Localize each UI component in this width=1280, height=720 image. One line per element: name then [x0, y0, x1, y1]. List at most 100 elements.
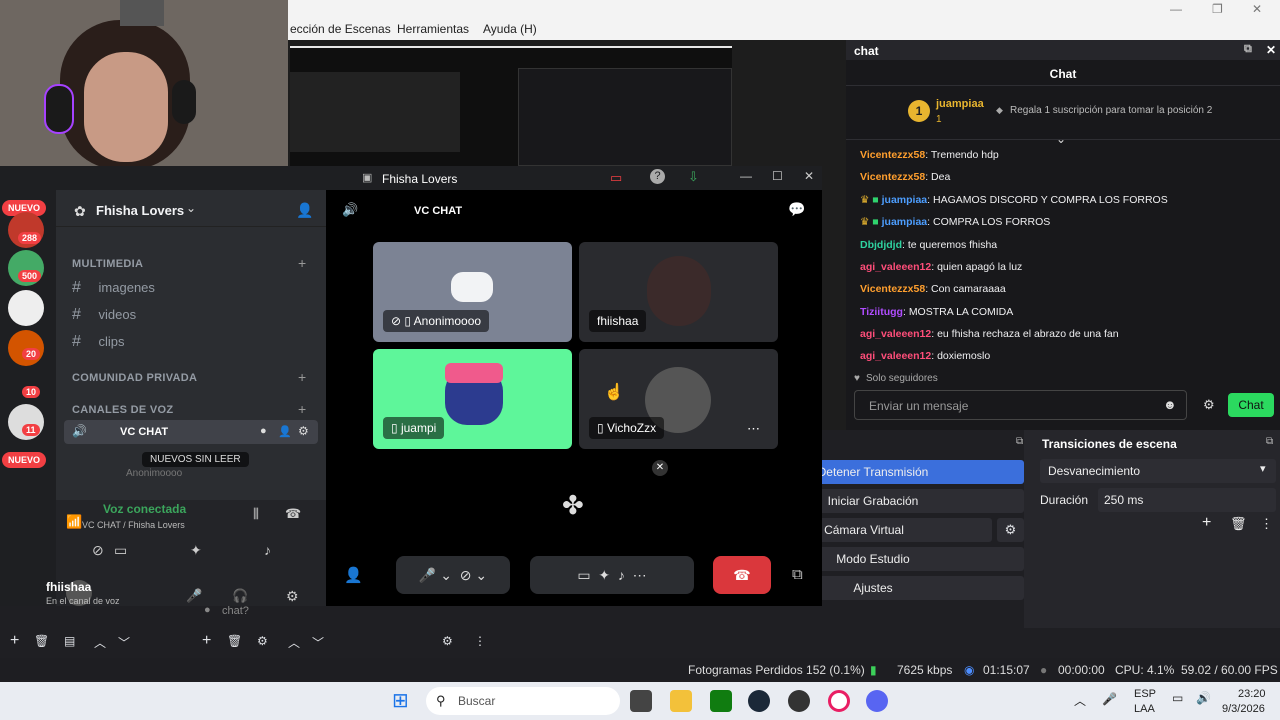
menu-ayuda[interactable]: Ayuda (H) — [483, 22, 537, 36]
close-icon[interactable]: ✕ — [1252, 2, 1262, 16]
activities-icon[interactable]: ✤ — [562, 490, 584, 521]
camera-off-icon[interactable]: ⊘ — [40, 542, 104, 559]
chevron-up-icon[interactable]: ︿ — [1074, 692, 1086, 709]
help-icon[interactable]: ? — [650, 169, 665, 184]
category-voz[interactable]: CANALES DE VOZ — [72, 404, 173, 416]
mic-control[interactable]: 🎤 ⌄ ⊘ ⌄ — [396, 556, 510, 594]
add-channel-icon[interactable]: + — [298, 401, 306, 417]
more-icon[interactable]: ⋮ — [1260, 516, 1273, 532]
category-comunidad[interactable]: COMUNIDAD PRIVADA — [72, 372, 197, 384]
keyboard-layout: LAA — [1134, 703, 1155, 715]
menu-herramientas[interactable]: Herramientas — [397, 22, 469, 36]
unread-banner[interactable]: NUEVOS SIN LEER — [142, 452, 249, 467]
noise-icon[interactable]: ⫼ — [253, 506, 259, 522]
chat-icon[interactable]: 💬 — [788, 201, 805, 218]
trash-icon[interactable]: 🗑 — [34, 634, 49, 648]
close-icon[interactable]: ✕ — [1266, 43, 1276, 57]
channel-clips[interactable]: # clips — [72, 333, 125, 351]
up-icon[interactable]: ︿ — [288, 634, 300, 651]
scene-item-label[interactable]: chat? — [222, 605, 249, 617]
disconnect-button[interactable]: ☎ — [713, 556, 771, 594]
voice-location[interactable]: VC CHAT / Fhisha Lovers — [82, 520, 185, 530]
volume-icon[interactable]: 🔊 — [1196, 691, 1211, 705]
duration-input[interactable]: 250 ms — [1098, 488, 1276, 512]
chevron-down-icon[interactable]: ⌄ — [186, 201, 196, 215]
gear-icon[interactable]: ⚙ — [997, 518, 1024, 542]
steam-icon[interactable] — [748, 690, 770, 712]
disconnect-icon[interactable]: ☎ — [285, 506, 301, 522]
float-icon[interactable]: ⧉ — [1244, 43, 1252, 56]
clock-time[interactable]: 23:20 — [1238, 688, 1266, 700]
add-channel-icon[interactable]: + — [298, 255, 306, 271]
transition-select[interactable]: Desvanecimiento ▾ — [1040, 459, 1276, 483]
discord-logo-icon: ▣ — [362, 172, 373, 184]
add-icon[interactable]: + — [10, 632, 19, 650]
screen-share-icon[interactable]: ▭ — [114, 542, 127, 559]
invite-icon[interactable]: 👤 — [278, 425, 292, 438]
participant-tile[interactable]: fhiishaa — [579, 242, 778, 342]
maximize-icon[interactable]: ❐ — [1212, 2, 1223, 16]
gear-icon[interactable]: ⚙ — [286, 588, 299, 605]
microphone-icon[interactable]: 🎤 — [1102, 692, 1117, 706]
emote-icon[interactable]: ☻ — [1163, 397, 1177, 412]
close-icon[interactable]: ✕ — [652, 460, 668, 476]
add-channel-icon[interactable]: + — [298, 369, 306, 385]
channel-videos[interactable]: # videos — [72, 306, 136, 324]
activities-icon[interactable]: ✦ — [190, 542, 202, 559]
share-controls[interactable]: ▭ ✦ ♪ ⋯ — [530, 556, 694, 594]
gear-icon[interactable]: ⚙ — [1203, 397, 1215, 413]
more-icon[interactable]: ⋮ — [474, 634, 486, 648]
participant-tile[interactable]: ▯ juampi — [373, 349, 572, 449]
server-name[interactable]: Fhisha Lovers — [96, 203, 184, 218]
float-icon[interactable]: ⧉ — [1016, 436, 1023, 447]
float-icon[interactable]: ⧉ — [1266, 436, 1273, 447]
task-view-icon[interactable] — [630, 690, 652, 712]
add-user-icon[interactable]: 👤 — [344, 566, 363, 584]
windows-start-icon[interactable]: ⊞ — [392, 688, 409, 713]
menu-escenas[interactable]: ección de Escenas — [290, 22, 391, 36]
clock-date[interactable]: 9/3/2026 — [1222, 703, 1265, 715]
xbox-icon[interactable] — [710, 690, 732, 712]
gear-icon[interactable]: ⚙ — [298, 424, 309, 438]
close-icon[interactable]: ✕ — [804, 169, 814, 183]
search-box[interactable]: ⚲ Buscar — [426, 687, 620, 715]
screen-share-icon[interactable]: ▭ — [610, 170, 622, 186]
opera-icon[interactable] — [828, 690, 850, 712]
trash-icon[interactable]: 🗑 — [1230, 516, 1247, 532]
chevron-down-icon[interactable]: ⌄ — [1056, 132, 1066, 146]
down-icon[interactable]: ﹀ — [312, 634, 324, 651]
minimize-icon[interactable]: — — [740, 169, 752, 183]
popout-icon[interactable]: ⧉ — [792, 566, 803, 583]
download-icon[interactable]: ⇩ — [688, 169, 699, 185]
microphone-icon[interactable]: 🎤 — [186, 588, 202, 604]
obs-icon[interactable] — [788, 690, 810, 712]
gear-icon[interactable]: ⚙ — [257, 634, 268, 648]
soundboard-icon[interactable]: ♪ — [264, 542, 271, 558]
up-icon[interactable]: ︿ — [94, 634, 106, 651]
headphones-icon[interactable]: 🎧 — [232, 588, 248, 604]
server-icon[interactable] — [8, 290, 44, 326]
chat-bubble-icon[interactable]: ● — [260, 425, 267, 437]
add-user-icon[interactable]: 👤 — [296, 202, 313, 219]
down-icon[interactable]: ﹀ — [118, 634, 130, 651]
voice-member[interactable]: Anonimoooo — [126, 468, 182, 479]
minimize-icon[interactable]: — — [1170, 2, 1182, 16]
chat-input[interactable]: Enviar un mensaje ☻ — [854, 390, 1187, 420]
add-icon[interactable]: + — [202, 632, 211, 650]
network-icon[interactable]: ▭ — [1172, 691, 1183, 705]
voice-channel-active[interactable]: 🔊 VC CHAT ● 👤 ⚙ — [64, 420, 318, 444]
discord-icon[interactable] — [866, 690, 888, 712]
add-icon[interactable]: + — [1202, 514, 1211, 532]
channel-imagenes[interactable]: # imagenes — [72, 279, 155, 297]
user-status: En el canal de voz — [46, 596, 120, 606]
mixer-settings-icon[interactable]: ⚙ — [442, 634, 453, 648]
chat-send-button[interactable]: Chat — [1228, 393, 1274, 417]
language-indicator[interactable]: ESP — [1134, 688, 1156, 700]
participant-tile[interactable]: ⊘ ▯ Anonimoooo — [373, 242, 572, 342]
category-multimedia[interactable]: MULTIMEDIA — [72, 258, 143, 270]
trash-icon[interactable]: 🗑 — [227, 634, 242, 648]
file-explorer-icon[interactable] — [670, 690, 692, 712]
maximize-icon[interactable]: ☐ — [772, 169, 783, 183]
filter-icon[interactable]: ▤ — [64, 634, 75, 648]
more-icon[interactable]: ⋯ — [747, 421, 760, 437]
